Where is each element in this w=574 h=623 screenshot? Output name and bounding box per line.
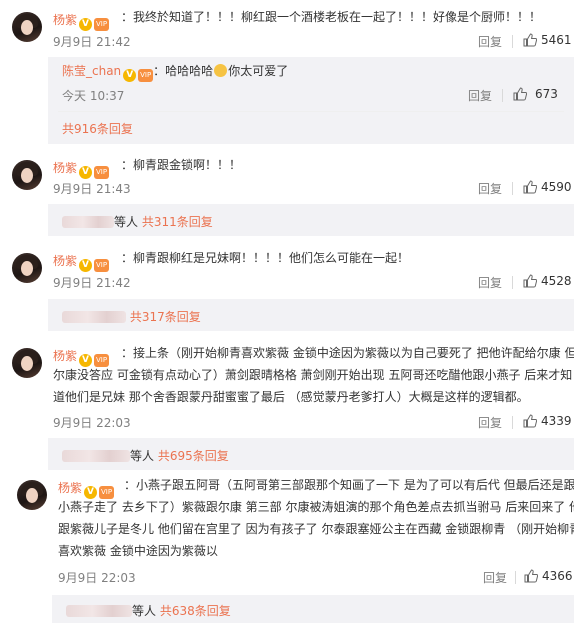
blurred-username [62,216,114,228]
like-count: 5461 [541,33,572,47]
comment-time: 9月9日 21:42 [53,35,131,49]
thumbs-up-icon[interactable] [513,87,527,101]
vip-badge-icon: VIP [94,18,110,31]
vip-badge-icon: VIP [94,259,110,272]
username[interactable]: 杨紫 V VIP [58,479,115,499]
comment-text-line: ：小燕子跟五阿哥（五阿哥第三部跟那个知画了一下 是为了可以有后代 但最后还是跟 [124,478,574,492]
comment-time: 9月9日 21:42 [53,276,131,290]
verified-v-icon: V [79,18,93,31]
comment-text-line: 喜欢紫薇 金锁中途因为紫薇以 [58,544,218,558]
like-count: 4339 [541,414,572,428]
smiley-emoji-icon [214,64,228,77]
comment-time: 9月9日 22:03 [53,416,131,430]
comment-text: ：柳青跟柳红是兄妹啊！！！！他们怎么可能在一起！ [121,251,410,265]
view-more-replies-link[interactable]: 等人 共638条回复 [66,602,231,619]
comment-time: 9月9日 22:03 [58,571,136,585]
reply-button[interactable]: 回复 [478,414,502,431]
avatar[interactable] [12,12,42,42]
thumbs-up-icon[interactable] [523,274,537,288]
view-more-replies-link[interactable]: 等人 共695条回复 [62,447,229,464]
avatar[interactable] [12,253,42,283]
like-count: 4366 [542,569,573,583]
thumbs-up-icon[interactable] [524,569,538,583]
like-count: 4528 [541,274,572,288]
divider [515,571,516,584]
divider [512,276,513,289]
verified-v-icon: V [79,166,93,179]
divider [512,416,513,429]
divider [58,111,564,112]
sub-reply-text: 陈莹_chan V VIP ：哈哈哈哈 你太可爱了 [62,64,289,82]
thumbs-up-icon[interactable] [523,414,537,428]
comment-text-line: ：接上条（刚开始柳青喜欢紫薇 金锁中途因为紫薇以为自己要死了 把他许配给尔康 但 [121,346,574,360]
comment-time: 9月9日 21:43 [53,182,131,196]
view-more-replies-link[interactable]: 共317条回复 [62,308,201,325]
divider [512,182,513,195]
verified-v-icon: V [123,69,137,82]
reply-button[interactable]: 回复 [478,33,502,50]
username[interactable]: 杨紫 V VIP [53,11,110,31]
vip-badge-icon: VIP [94,166,110,179]
sub-reply-time: 今天 10:37 [62,89,125,103]
blurred-username [62,450,130,462]
comment-text: ：柳青跟金锁啊！！！ [121,158,242,172]
divider [512,35,513,48]
sub-reply-username[interactable]: 陈莹_chan [62,64,121,78]
comment-text-line: 跟紫薇儿子是冬儿 他们留在宫里了 因为有孩子了 尔泰跟塞娅公主在西藏 金锁跟柳青… [58,522,574,536]
comment-text-line: 小燕子走了 去乡下了）紫薇跟尔康 第三部 尔康被涛姐演的那个角色差点去抓当驸马 … [58,500,574,514]
view-more-replies-link[interactable]: 等人 共311条回复 [62,213,213,230]
reply-button[interactable]: 回复 [483,569,507,586]
view-more-replies-link[interactable]: 共916条回复 [62,120,133,137]
avatar[interactable] [12,160,42,190]
reply-button[interactable]: 回复 [468,87,492,104]
reply-button[interactable]: 回复 [478,274,502,291]
comment-text-line: 尔康没答应 可金锁有点动心了）萧剑跟晴格格 萧剑刚开始出现 五阿哥还吃醋他跟小燕… [53,368,573,382]
blurred-username [62,311,126,323]
reply-button[interactable]: 回复 [478,180,502,197]
blurred-username [66,605,132,617]
thumbs-up-icon[interactable] [523,33,537,47]
avatar[interactable] [12,348,42,378]
verified-v-icon: V [79,259,93,272]
divider [502,89,503,102]
thumbs-up-icon[interactable] [523,180,537,194]
username[interactable]: 杨紫 V VIP [53,347,110,367]
like-count: 673 [535,87,558,101]
like-count: 4590 [541,180,572,194]
vip-badge-icon: VIP [138,69,154,82]
comment-text: ：我终於知道了！！！柳红跟一个酒楼老板在一起了！！！好像是个厨师！！！ [121,10,542,24]
username[interactable]: 杨紫 V VIP [53,252,110,272]
comment-text-line: 道他们是兄妹 那个舍香跟蒙丹甜蜜蜜了最后 （感觉蒙丹老爹打人）大概是这样的逻辑都… [53,390,529,404]
avatar[interactable] [17,480,47,510]
username[interactable]: 杨紫 V VIP [53,159,110,179]
